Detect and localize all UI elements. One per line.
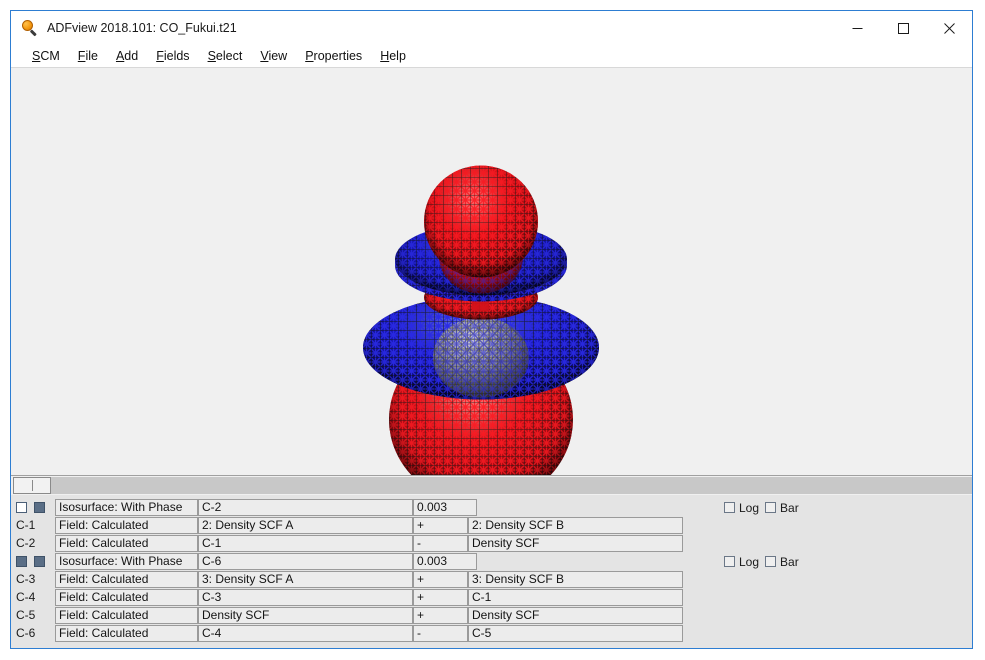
field-type-c4[interactable]: Field: Calculated [55, 589, 198, 606]
isosurface-toggles-1 [11, 499, 55, 516]
horizontal-splitter[interactable] [11, 475, 972, 495]
3d-molecular-orbital-view[interactable] [11, 67, 972, 475]
fields-panel: Isosurface: With Phase C-2 0.003 Log Bar… [11, 495, 972, 648]
menu-file[interactable]: File [69, 47, 107, 65]
field-operator-c5[interactable]: + [413, 607, 468, 624]
isosurface-field-1[interactable]: C-2 [198, 499, 413, 516]
isosurface-render [363, 165, 599, 475]
field-row-c1[interactable]: C-1 Field: Calculated 2: Density SCF A +… [11, 517, 683, 534]
field-operand1-c6[interactable]: C-4 [198, 625, 413, 642]
field-id-gutter-c6: C-6 [11, 625, 55, 642]
field-type-c3[interactable]: Field: Calculated [55, 571, 198, 588]
isosurface-header-row-2[interactable]: Isosurface: With Phase C-6 0.003 [11, 553, 477, 570]
field-operand1-c5[interactable]: Density SCF [198, 607, 413, 624]
field-id-gutter-c3: C-3 [11, 571, 55, 588]
isosurface-visible-checkbox-2[interactable] [16, 556, 27, 567]
isosurface-header-row[interactable]: Isosurface: With Phase C-2 0.003 [11, 499, 477, 516]
field-type-c6[interactable]: Field: Calculated [55, 625, 198, 642]
bar-label-2: Bar [780, 554, 799, 569]
magnifier-icon [22, 20, 38, 37]
field-operand2-c6[interactable]: C-5 [468, 625, 683, 642]
menu-scm[interactable]: SCM [23, 47, 69, 65]
menu-add[interactable]: Add [107, 47, 147, 65]
isosurface-value-2[interactable]: 0.003 [413, 553, 477, 570]
field-operand2-c4[interactable]: C-1 [468, 589, 683, 606]
isosurface-select-checkbox-2[interactable] [34, 556, 45, 567]
field-row-c2[interactable]: C-2 Field: Calculated C-1 - Density SCF [11, 535, 683, 552]
log-checkbox-1[interactable] [724, 502, 735, 513]
log-checkbox-2[interactable] [724, 556, 735, 567]
bar-checkbox-1[interactable] [765, 502, 777, 513]
isosurface-toggles-2 [11, 553, 55, 570]
field-operator-c3[interactable]: + [413, 571, 468, 588]
field-operator-c4[interactable]: + [413, 589, 468, 606]
maximize-icon[interactable] [880, 11, 926, 45]
splitter-thumb[interactable] [13, 477, 51, 494]
isosurface-options-1: Log Bar [724, 499, 799, 516]
field-operator-c1[interactable]: + [413, 517, 468, 534]
field-operand2-c2[interactable]: Density SCF [468, 535, 683, 552]
field-operand1-c3[interactable]: 3: Density SCF A [198, 571, 413, 588]
field-operand1-c2[interactable]: C-1 [198, 535, 413, 552]
field-operator-c2[interactable]: - [413, 535, 468, 552]
isosurface-type-2[interactable]: Isosurface: With Phase [55, 553, 198, 570]
menu-bar: SCM File Add Fields Select View Properti… [11, 45, 972, 67]
field-type-c5[interactable]: Field: Calculated [55, 607, 198, 624]
isosurface-select-checkbox-1[interactable] [34, 502, 45, 513]
field-row-c6[interactable]: C-6 Field: Calculated C-4 - C-5 [11, 625, 683, 642]
close-icon[interactable] [926, 11, 972, 45]
menu-view[interactable]: View [251, 47, 296, 65]
title-bar[interactable]: ADFview 2018.101: CO_Fukui.t21 [11, 11, 972, 45]
menu-properties[interactable]: Properties [296, 47, 371, 65]
isosurface-options-2: Log Bar [724, 553, 799, 570]
bar-label-1: Bar [780, 500, 799, 515]
isosurface-value-1[interactable]: 0.003 [413, 499, 477, 516]
field-id-gutter-c4: C-4 [11, 589, 55, 606]
field-type-c2[interactable]: Field: Calculated [55, 535, 198, 552]
menu-help[interactable]: Help [371, 47, 415, 65]
application-window: ADFview 2018.101: CO_Fukui.t21 SCM File … [10, 10, 973, 649]
minimize-icon[interactable] [834, 11, 880, 45]
isosurface-field-2[interactable]: C-6 [198, 553, 413, 570]
field-id-gutter-c5: C-5 [11, 607, 55, 624]
field-id-c4: C-4 [16, 590, 36, 604]
log-label-2: Log [739, 554, 760, 569]
window-controls [834, 11, 972, 45]
isosurface-type-1[interactable]: Isosurface: With Phase [55, 499, 198, 516]
lobe-red-top [424, 165, 538, 278]
field-id-gutter-c1: C-1 [11, 517, 55, 534]
field-id-c2: C-2 [16, 536, 36, 550]
isosurface-visible-checkbox-1[interactable] [16, 502, 27, 513]
field-id-c3: C-3 [16, 572, 36, 586]
field-operand1-c4[interactable]: C-3 [198, 589, 413, 606]
field-id-c5: C-5 [16, 608, 36, 622]
field-operand2-c1[interactable]: 2: Density SCF B [468, 517, 683, 534]
menu-fields[interactable]: Fields [147, 47, 198, 65]
field-id-c6: C-6 [16, 626, 36, 640]
field-id-gutter-c2: C-2 [11, 535, 55, 552]
field-row-c4[interactable]: C-4 Field: Calculated C-3 + C-1 [11, 589, 683, 606]
field-operand2-c3[interactable]: 3: Density SCF B [468, 571, 683, 588]
bar-checkbox-2[interactable] [765, 556, 777, 567]
field-type-c1[interactable]: Field: Calculated [55, 517, 198, 534]
field-operator-c6[interactable]: - [413, 625, 468, 642]
field-id-c1: C-1 [16, 518, 36, 532]
splitter-track[interactable] [13, 477, 972, 494]
field-row-c3[interactable]: C-3 Field: Calculated 3: Density SCF A +… [11, 571, 683, 588]
window-title: ADFview 2018.101: CO_Fukui.t21 [47, 21, 237, 35]
log-label-1: Log [739, 500, 760, 515]
menu-select[interactable]: Select [199, 47, 252, 65]
field-operand1-c1[interactable]: 2: Density SCF A [198, 517, 413, 534]
field-operand2-c5[interactable]: Density SCF [468, 607, 683, 624]
field-row-c5[interactable]: C-5 Field: Calculated Density SCF + Dens… [11, 607, 683, 624]
